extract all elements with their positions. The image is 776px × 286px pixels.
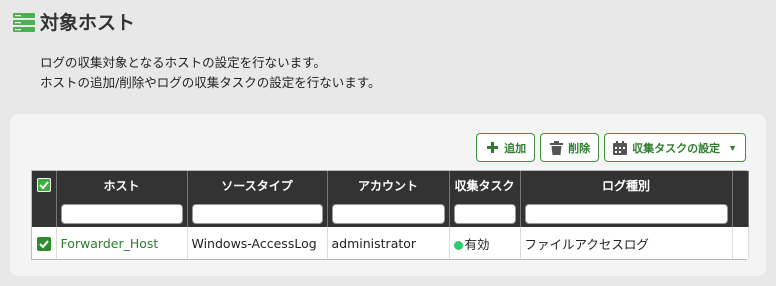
collection-task-settings-label: 収集タスクの設定 [632, 142, 721, 155]
filter-spacer-end [732, 199, 749, 227]
source-type-filter-input[interactable] [191, 204, 323, 224]
collection-task-settings-dropdown[interactable]: 収集タスクの設定 ▼ [604, 133, 746, 162]
row-select-cell [32, 227, 57, 259]
host-name-link[interactable]: Forwarder_Host [61, 236, 159, 251]
column-header-account[interactable]: アカウント [327, 171, 450, 199]
select-all-cell [32, 171, 57, 199]
description-line-2: ホストの追加/削除やログの収集タスクの設定を行ないます。 [40, 75, 381, 90]
server-list-icon [12, 10, 36, 34]
log-type-filter-input[interactable] [524, 204, 728, 224]
log-type-cell: ファイルアクセスログ [520, 227, 733, 259]
plus-icon [485, 141, 499, 155]
add-button-label: 追加 [504, 142, 527, 155]
collection-task-cell: 有効 [449, 227, 521, 259]
scrollbar-header-spacer [732, 171, 749, 199]
host-panel: 追加 削除 収集タスクの設定 ▼ ホスト ソースタイプ アカウント 収集タスク … [10, 114, 766, 276]
account-filter-input[interactable] [331, 204, 445, 224]
row-spacer-end [732, 227, 749, 259]
column-header-log-type[interactable]: ログ種別 [520, 171, 733, 199]
collection-task-status: 有効 [464, 236, 490, 252]
filter-spacer [32, 199, 57, 227]
column-header-collection-task[interactable]: 収集タスク [449, 171, 521, 199]
filter-row [32, 199, 749, 227]
trash-icon [549, 140, 563, 155]
table-row[interactable]: Forwarder_Host Windows-AccessLog adminis… [32, 227, 749, 259]
select-all-checkbox[interactable] [36, 178, 51, 193]
account-cell: administrator [327, 227, 450, 259]
row-checkbox[interactable] [36, 236, 51, 251]
source-type-cell: Windows-AccessLog [187, 227, 328, 259]
page-header: 対象ホスト [12, 8, 135, 35]
page-description: ログの収集対象となるホストの設定を行ないます。 ホストの追加/削除やログの収集タ… [40, 53, 380, 93]
page-title: 対象ホスト [40, 12, 136, 34]
chevron-down-icon: ▼ [728, 142, 737, 153]
add-button[interactable]: 追加 [476, 133, 536, 162]
delete-button[interactable]: 削除 [540, 133, 600, 162]
collection-task-filter-input[interactable] [453, 204, 516, 224]
host-filter-input[interactable] [60, 204, 183, 224]
column-header-source-type[interactable]: ソースタイプ [187, 171, 328, 199]
description-line-1: ログの収集対象となるホストの設定を行ないます。 [40, 55, 326, 70]
delete-button-label: 削除 [568, 142, 591, 155]
toolbar: 追加 削除 収集タスクの設定 ▼ [476, 133, 746, 162]
calendar-icon [613, 140, 628, 155]
status-enabled-dot-icon [453, 240, 463, 250]
host-table: ホスト ソースタイプ アカウント 収集タスク ログ種別 Forwarder_Ho… [31, 170, 749, 260]
column-header-host[interactable]: ホスト [56, 171, 188, 199]
